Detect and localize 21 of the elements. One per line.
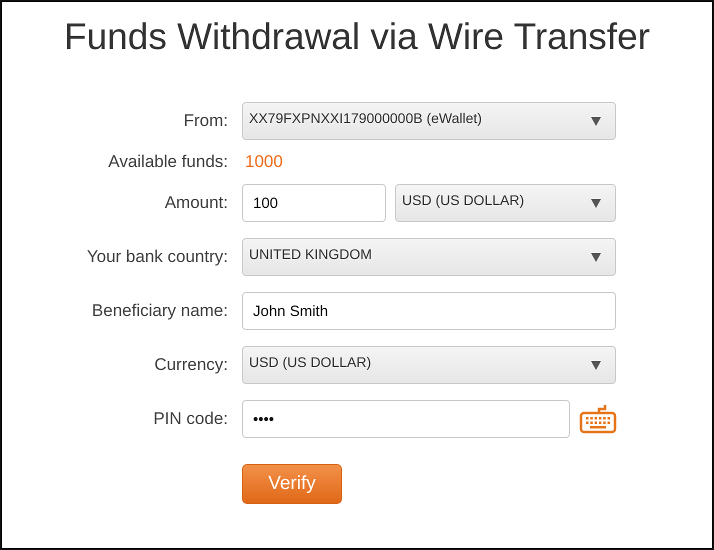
available-funds-value: 1000 (245, 152, 283, 172)
caret-icon (591, 198, 601, 208)
field-label: From: (182, 111, 228, 131)
field-label: Amount: (164, 193, 228, 213)
dropdown[interactable]: XX79FXPNXXI179000000B (eWallet) (242, 102, 616, 140)
field-label: Beneficiary name: (90, 301, 228, 321)
caret-icon (591, 116, 601, 126)
name-field[interactable]: John Smith (242, 292, 616, 330)
dropdown[interactable]: USD (US DOLLAR) (242, 346, 616, 384)
keyboard-icon[interactable] (579, 404, 617, 434)
dropdown[interactable]: UNITED KINGDOM (242, 238, 616, 276)
pin-field[interactable]: •••• (242, 400, 570, 438)
field-label: Currency: (153, 355, 228, 375)
page-title: Funds Withdrawal via Wire Transfer (62, 16, 651, 58)
field-label: Available funds: (107, 152, 228, 172)
currency-dropdown[interactable]: USD (US DOLLAR) (395, 184, 616, 222)
field-label: PIN code: (152, 409, 228, 429)
amount-field[interactable]: 100 (242, 184, 386, 222)
field-label: Your bank country: (86, 247, 228, 267)
caret-icon (591, 360, 601, 370)
caret-icon (591, 252, 601, 262)
